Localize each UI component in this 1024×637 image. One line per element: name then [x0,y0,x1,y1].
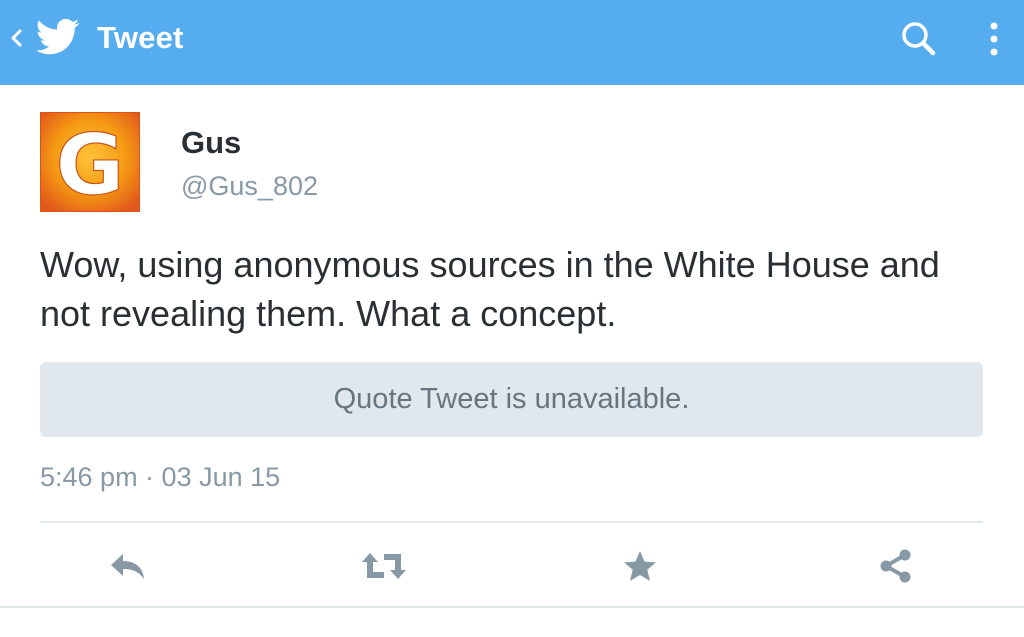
search-icon[interactable] [898,18,940,60]
divider [40,521,983,523]
author-handle[interactable]: @Gus_802 [181,168,318,204]
app-bar: Tweet [0,0,1024,85]
share-button[interactable] [870,540,922,592]
reply-icon [107,550,149,582]
avatar[interactable]: G [39,111,141,215]
quote-tweet-card: Quote Tweet is unavailable. [40,362,983,437]
tweet-timestamp: 5:46 pm · 03 Jun 15 [40,462,281,492]
bottom-divider [0,606,1024,608]
favorite-button[interactable] [614,540,666,592]
avatar-letter: G [56,116,125,212]
reply-button[interactable] [102,540,154,592]
retweet-button[interactable] [358,540,410,592]
retweet-icon [360,550,408,582]
overflow-menu-icon[interactable] [980,18,1008,60]
back-icon[interactable] [8,22,24,54]
tweet-text: Wow, using anonymous sources in the Whit… [40,244,940,334]
page-title: Tweet [97,20,184,55]
author-display-name[interactable]: Gus [181,124,241,162]
twitter-bird-icon[interactable] [36,18,80,56]
quote-unavailable-text: Quote Tweet is unavailable. [333,383,690,415]
star-icon [622,549,658,583]
share-icon [877,547,915,585]
